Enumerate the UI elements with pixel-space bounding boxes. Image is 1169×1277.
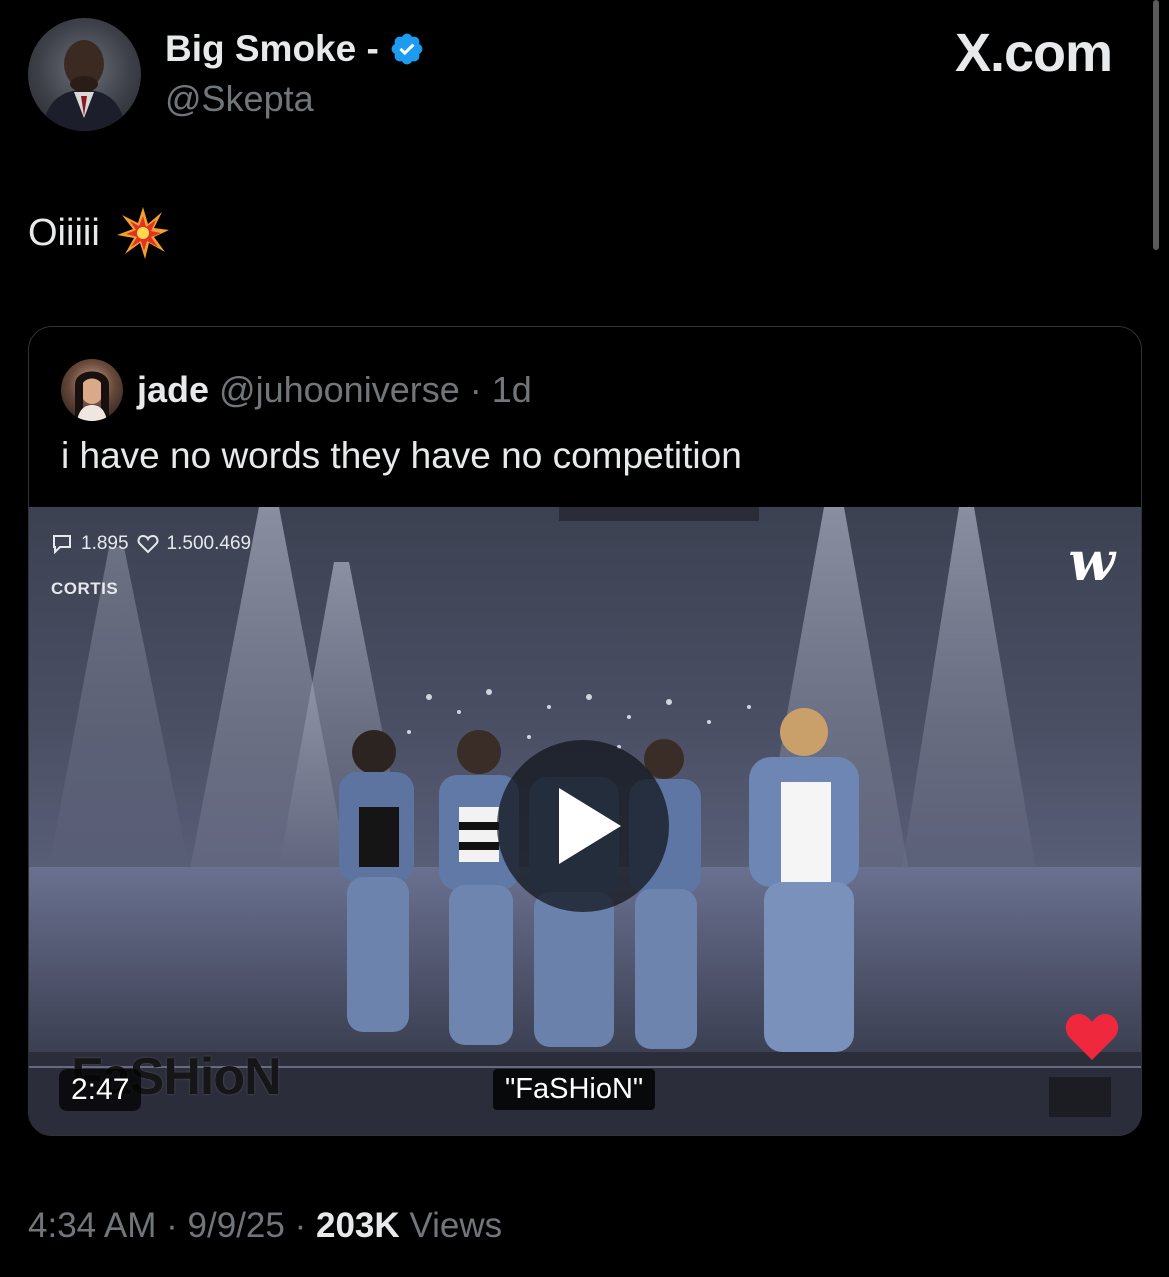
tweet-text: Oiiiii xyxy=(28,206,170,260)
views-label: Views xyxy=(409,1206,503,1245)
video-comment-count: 1.895 xyxy=(81,533,129,554)
quoted-tweet-header: jade @juhooniverse · 1d xyxy=(61,359,532,421)
tweet-text-content: Oiiiii xyxy=(28,211,100,254)
video-caption: "FaSHioN" xyxy=(493,1069,656,1110)
quoted-tweet-card[interactable]: jade @juhooniverse · 1d i have no words … xyxy=(28,326,1142,1136)
collision-emoji-icon xyxy=(116,207,169,259)
quoted-tweet-text: i have no words they have no competition xyxy=(61,435,742,476)
video-like-count: 1.500.469 xyxy=(166,533,252,554)
play-button[interactable] xyxy=(497,740,669,912)
quoted-author-handle[interactable]: @juhooniverse xyxy=(219,369,460,411)
play-icon xyxy=(559,788,621,864)
channel-label: CORTIS xyxy=(51,579,119,598)
verified-badge-icon xyxy=(391,33,423,65)
quoted-avatar-image xyxy=(75,371,109,421)
tweet-date[interactable]: 9/9/25 xyxy=(188,1206,285,1245)
tweet-page: Big Smoke - @Skepta X.com Oiiiii jade @j… xyxy=(0,0,1169,1277)
views-count[interactable]: 203K xyxy=(316,1206,400,1245)
dancer-2 xyxy=(439,730,519,1045)
quoted-tweet-age[interactable]: 1d xyxy=(492,369,532,411)
tweet-metadata: 4:34 AM · 9/9/25 · 203K Views xyxy=(28,1206,502,1246)
quoted-author-name[interactable]: jade xyxy=(137,369,209,411)
x-com-logo: X.com xyxy=(954,23,1113,83)
author-handle[interactable]: @Skepta xyxy=(165,78,314,120)
meta-dot: · xyxy=(166,1206,178,1245)
video-player[interactable]: 1.895 1.500.469 CORTIS w FaSHioN 2:47 "F… xyxy=(29,507,1141,1135)
author-avatar-image xyxy=(42,40,126,131)
scrollbar[interactable] xyxy=(1153,0,1159,250)
author-display-name[interactable]: Big Smoke - xyxy=(165,28,425,70)
dancer-5 xyxy=(749,708,859,1052)
author-name-text[interactable]: Big Smoke - xyxy=(165,28,379,70)
video-duration: 2:47 xyxy=(59,1069,142,1111)
tweet-time[interactable]: 4:34 AM xyxy=(28,1206,156,1245)
meta-separator: · xyxy=(469,369,482,410)
heart-icon xyxy=(1065,1014,1119,1060)
meta-dot: · xyxy=(294,1206,307,1245)
video-stats: 1.895 1.500.469 xyxy=(51,533,251,555)
weverse-watermark: w xyxy=(1068,529,1116,593)
heart-outline-icon xyxy=(137,534,158,554)
comment-icon xyxy=(53,535,71,554)
quoted-author-avatar[interactable] xyxy=(61,359,123,421)
author-avatar[interactable] xyxy=(28,18,141,131)
